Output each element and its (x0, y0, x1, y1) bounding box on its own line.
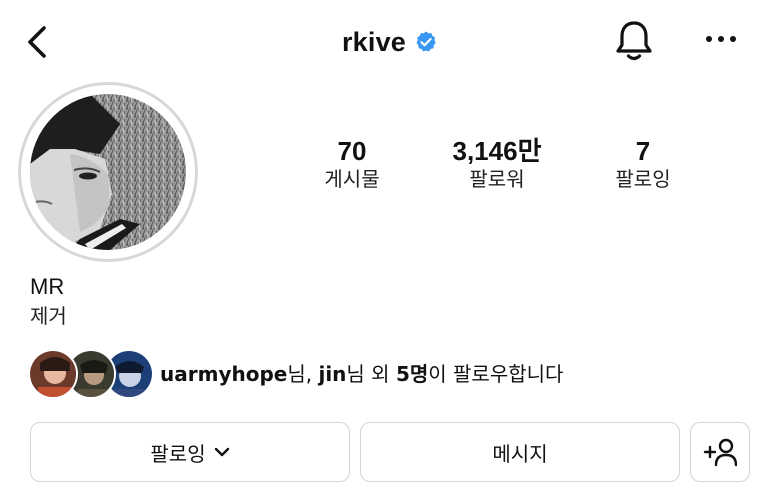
followers-count: 3,146만 (452, 136, 542, 166)
avatar[interactable] (30, 94, 186, 250)
message-button[interactable]: 메시지 (360, 422, 680, 482)
stat-posts[interactable]: 70 게시물 (292, 136, 412, 192)
stat-following[interactable]: 7 팔로잉 (583, 136, 703, 192)
posts-label: 게시물 (324, 167, 380, 191)
add-user-button[interactable] (690, 422, 750, 482)
profile-name: MR (30, 274, 65, 299)
profile-header: rkive (0, 24, 780, 60)
followed-by-connector: 님 외 (346, 362, 396, 386)
following-count: 7 (635, 136, 651, 166)
stat-followers[interactable]: 3,146만 팔로워 (437, 136, 557, 192)
follower-username[interactable]: uarmyhope (160, 362, 287, 386)
posts-count: 70 (337, 136, 367, 166)
follower-username[interactable]: jin (318, 362, 346, 386)
profile-bio: 제거 (30, 304, 67, 328)
avatar-photo (30, 94, 186, 250)
username-title: rkive (341, 26, 407, 57)
followed-by-text[interactable]: uarmyhope님, jin님 외 5명이 팔로우합니다 (160, 361, 563, 387)
add-user-icon (703, 438, 737, 467)
follower-avatar[interactable] (28, 349, 78, 399)
followed-by-separator: 님, (287, 362, 319, 386)
following-button[interactable]: 팔로잉 (30, 422, 350, 482)
verified-badge-icon (416, 31, 436, 52)
message-button-label: 메시지 (492, 441, 548, 466)
more-horizontal-icon[interactable] (704, 28, 738, 50)
followers-label: 팔로워 (469, 167, 525, 191)
following-label: 팔로잉 (615, 167, 671, 191)
following-button-label: 팔로잉 (150, 441, 206, 466)
bell-icon[interactable] (613, 18, 655, 64)
chevron-down-icon (214, 447, 229, 457)
followed-by-suffix: 이 팔로우합니다 (428, 362, 564, 386)
followed-by-count: 5명 (395, 362, 429, 386)
